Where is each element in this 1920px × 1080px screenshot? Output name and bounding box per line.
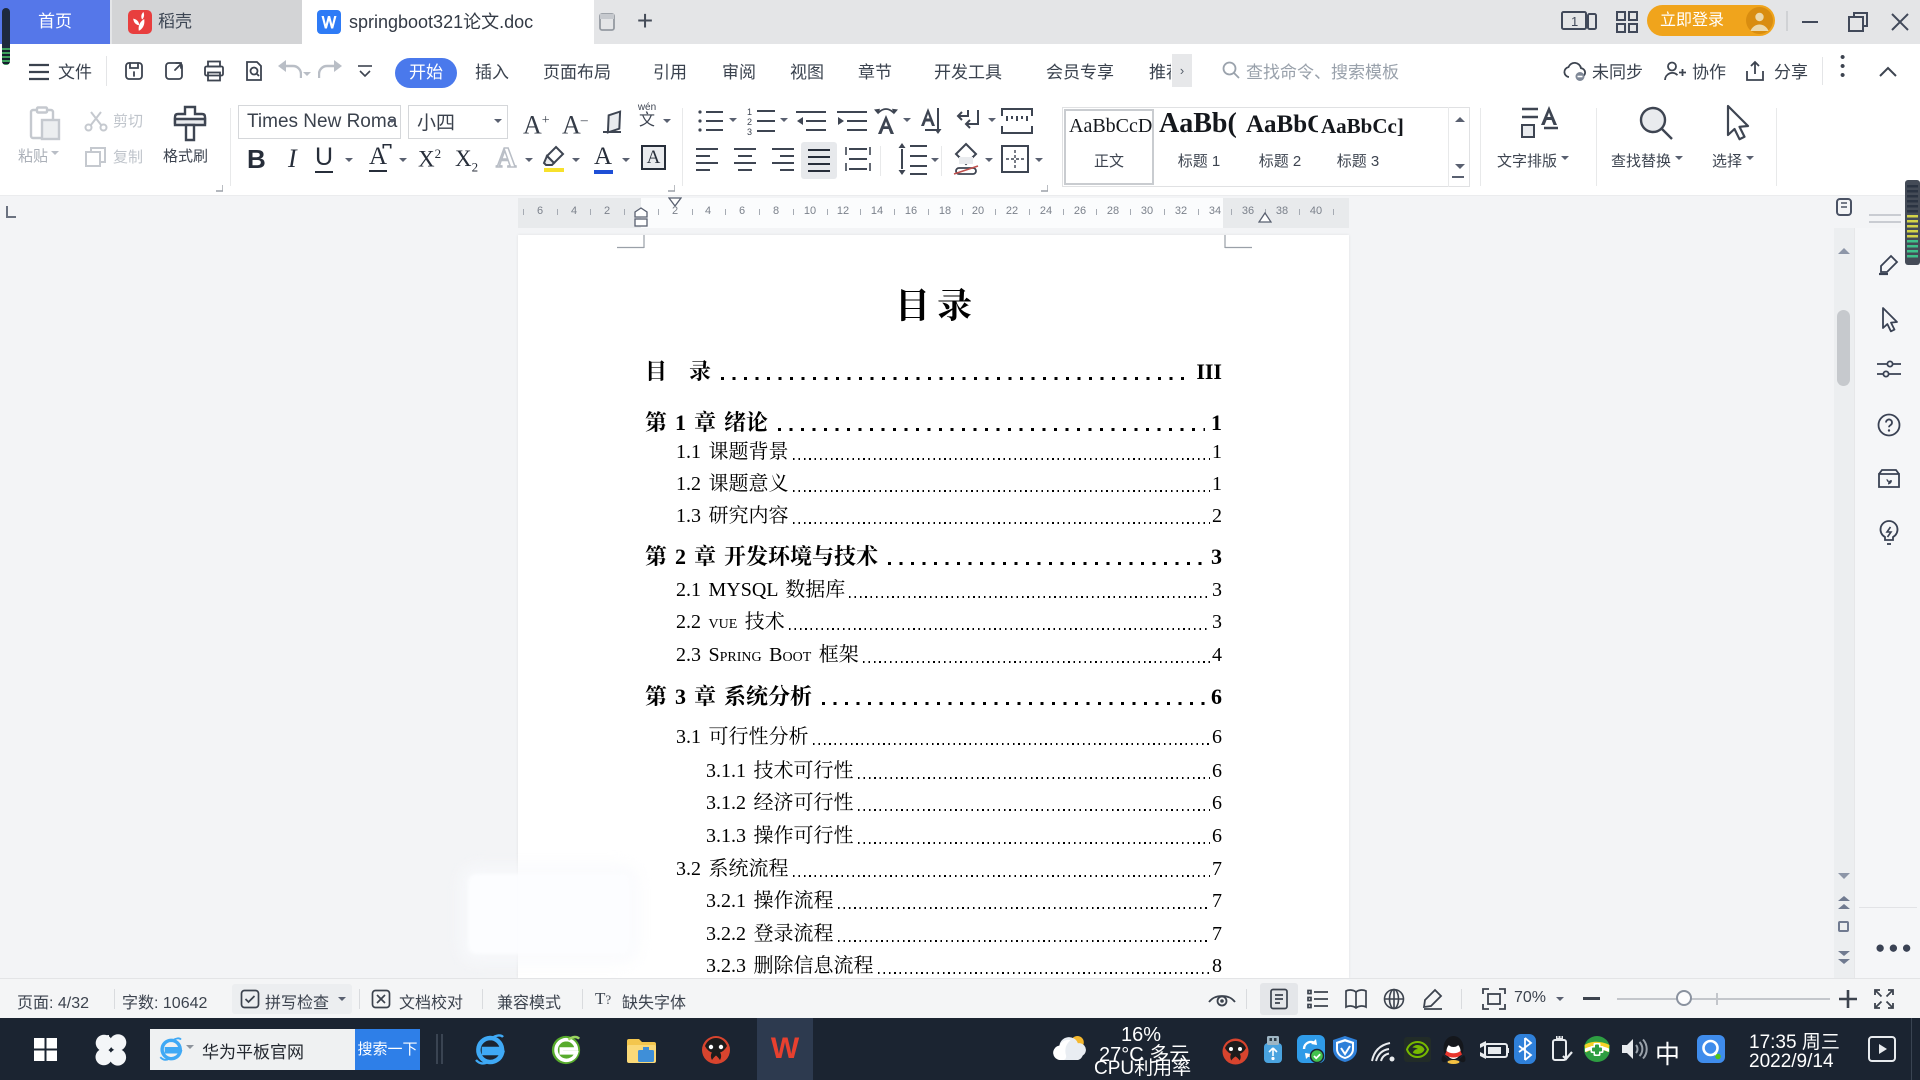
svg-text:2: 2 xyxy=(747,117,752,127)
svg-text:3: 3 xyxy=(747,127,752,136)
svg-text:1: 1 xyxy=(1571,14,1578,29)
svg-text:1: 1 xyxy=(747,107,752,117)
